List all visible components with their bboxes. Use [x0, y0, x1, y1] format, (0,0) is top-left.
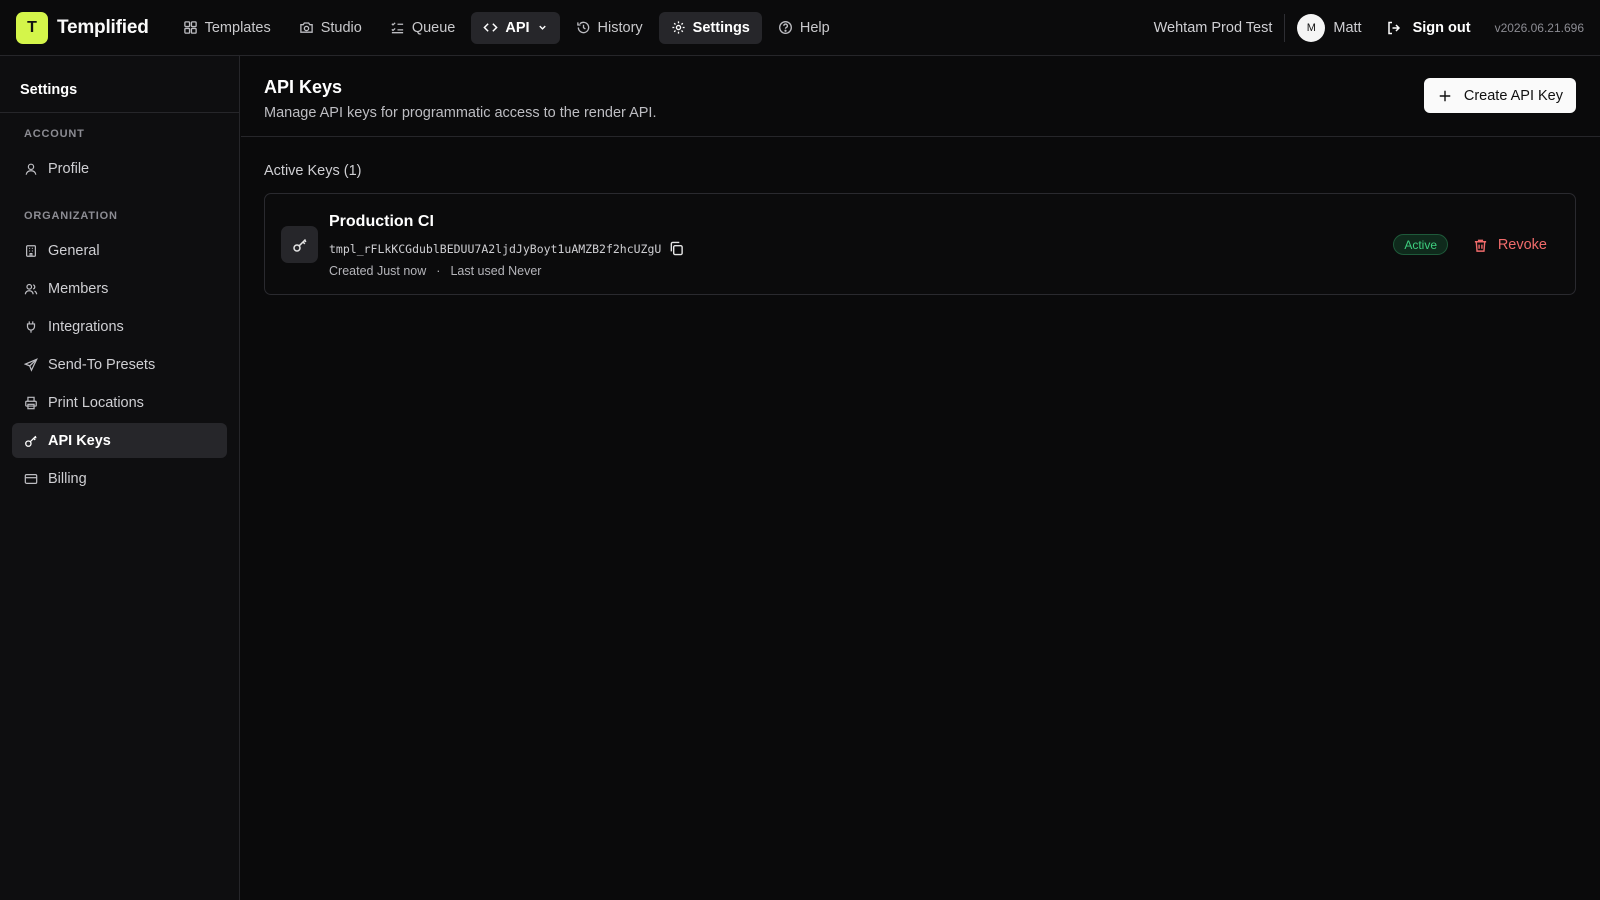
api-key-created: Created Just now	[329, 264, 427, 278]
active-keys-heading: Active Keys (1)	[264, 163, 362, 179]
api-key-card: Production CI tmpl_rFLkKCGdublBEDUU7A2lj…	[264, 193, 1576, 295]
avatar[interactable]: M	[1297, 13, 1326, 42]
main-content: API Keys Manage API keys for programmati…	[241, 56, 1600, 900]
code-icon	[483, 20, 499, 35]
org-switcher[interactable]: Wehtam Prod Test	[1154, 20, 1285, 36]
sidebar-item-label: General	[48, 242, 100, 259]
revoke-button[interactable]: Revoke	[1473, 234, 1547, 256]
gear-icon	[671, 20, 686, 35]
sidebar-item-label: Send-To Presets	[48, 356, 156, 373]
main-nav: Templates Studio Queue API History Setti…	[171, 11, 842, 44]
camera-icon	[299, 20, 314, 35]
nav-label: Settings	[692, 19, 750, 36]
trash-icon	[1473, 238, 1488, 253]
settings-sidebar: Settings ACCOUNT Profile ORGANIZATION Ge…	[0, 56, 240, 900]
nav-studio[interactable]: Studio	[287, 12, 374, 44]
sign-out-button[interactable]: Sign out	[1386, 20, 1471, 36]
plug-icon	[24, 320, 38, 334]
history-icon	[576, 20, 591, 35]
nav-queue[interactable]: Queue	[378, 12, 468, 44]
nav-templates[interactable]: Templates	[171, 12, 283, 44]
api-key-name: Production CI	[329, 213, 434, 230]
nav-label: Studio	[320, 19, 362, 36]
nav-label: History	[597, 19, 643, 36]
meta-separator: ·	[436, 264, 441, 278]
sidebar-item-general[interactable]: General	[12, 233, 227, 268]
nav-label: Help	[799, 19, 830, 36]
chevron-down-icon	[537, 22, 548, 33]
user-name: Matt	[1333, 19, 1362, 36]
grid-icon	[183, 20, 198, 35]
nav-help[interactable]: Help	[766, 12, 842, 44]
key-icon	[292, 237, 308, 253]
status-badge: Active	[1393, 234, 1448, 255]
user-area: Wehtam Prod Test M Matt Sign out v2026.0…	[1154, 0, 1584, 56]
plus-icon	[1438, 89, 1452, 103]
sidebar-item-members[interactable]: Members	[12, 271, 227, 306]
section-heading-account: ACCOUNT	[24, 128, 85, 140]
building-icon	[24, 244, 38, 258]
user-icon	[24, 162, 38, 176]
logo-mark: T	[16, 11, 48, 44]
nav-label: API	[505, 19, 530, 36]
sign-out-label: Sign out	[1412, 19, 1471, 36]
api-key-token: tmpl_rFLkKCGdublBEDUU7A2ljdJyBoyt1uAMZB2…	[329, 241, 662, 256]
api-key-last-used: Last used Never	[450, 264, 542, 278]
app-name: Templified	[57, 16, 149, 38]
nav-label: Queue	[411, 19, 456, 36]
sidebar-item-print-locations[interactable]: Print Locations	[12, 385, 227, 420]
sidebar-item-label: API Keys	[48, 432, 111, 449]
printer-icon	[24, 396, 38, 410]
credit-card-icon	[24, 472, 38, 486]
app-version: v2026.06.21.696	[1494, 20, 1584, 35]
section-heading-organization: ORGANIZATION	[24, 210, 118, 222]
app-logo[interactable]: T Templified	[16, 11, 149, 44]
sidebar-item-label: Profile	[48, 160, 90, 177]
sidebar-item-label: Integrations	[48, 318, 124, 335]
sidebar-item-integrations[interactable]: Integrations	[12, 309, 227, 344]
nav-label: Templates	[204, 19, 271, 36]
sidebar-item-label: Billing	[48, 470, 87, 487]
revoke-label: Revoke	[1497, 237, 1547, 253]
help-circle-icon	[778, 20, 793, 35]
send-icon	[24, 357, 38, 372]
logout-icon	[1386, 20, 1402, 36]
create-api-key-button[interactable]: Create API Key	[1423, 78, 1576, 113]
sidebar-item-api-keys[interactable]: API Keys	[12, 423, 227, 458]
nav-settings[interactable]: Settings	[658, 11, 762, 44]
sidebar-item-profile[interactable]: Profile	[12, 151, 227, 186]
nav-api-dropdown[interactable]: API	[471, 11, 560, 44]
nav-history[interactable]: History	[564, 12, 655, 44]
sidebar-item-send-to-presets[interactable]: Send-To Presets	[12, 347, 227, 382]
page-subtitle: Manage API keys for programmatic access …	[264, 105, 657, 121]
key-icon	[24, 434, 38, 448]
key-icon-box	[281, 226, 318, 263]
create-api-key-label: Create API Key	[1463, 87, 1563, 104]
sidebar-title: Settings	[0, 56, 239, 113]
sidebar-item-label: Members	[48, 280, 109, 297]
api-key-token-row: tmpl_rFLkKCGdublBEDUU7A2ljdJyBoyt1uAMZB2…	[329, 241, 684, 256]
copy-icon[interactable]	[669, 241, 684, 256]
page-title: API Keys	[264, 77, 343, 97]
list-check-icon	[390, 20, 405, 35]
sidebar-item-billing[interactable]: Billing	[12, 461, 227, 496]
users-icon	[24, 282, 38, 296]
api-key-meta: Created Just now · Last used Never	[329, 264, 541, 278]
sidebar-item-label: Print Locations	[48, 394, 144, 411]
page-header: API Keys Manage API keys for programmati…	[241, 56, 1600, 137]
top-navbar: T Templified Templates Studio Queue API	[0, 0, 1600, 56]
divider	[1284, 13, 1286, 42]
